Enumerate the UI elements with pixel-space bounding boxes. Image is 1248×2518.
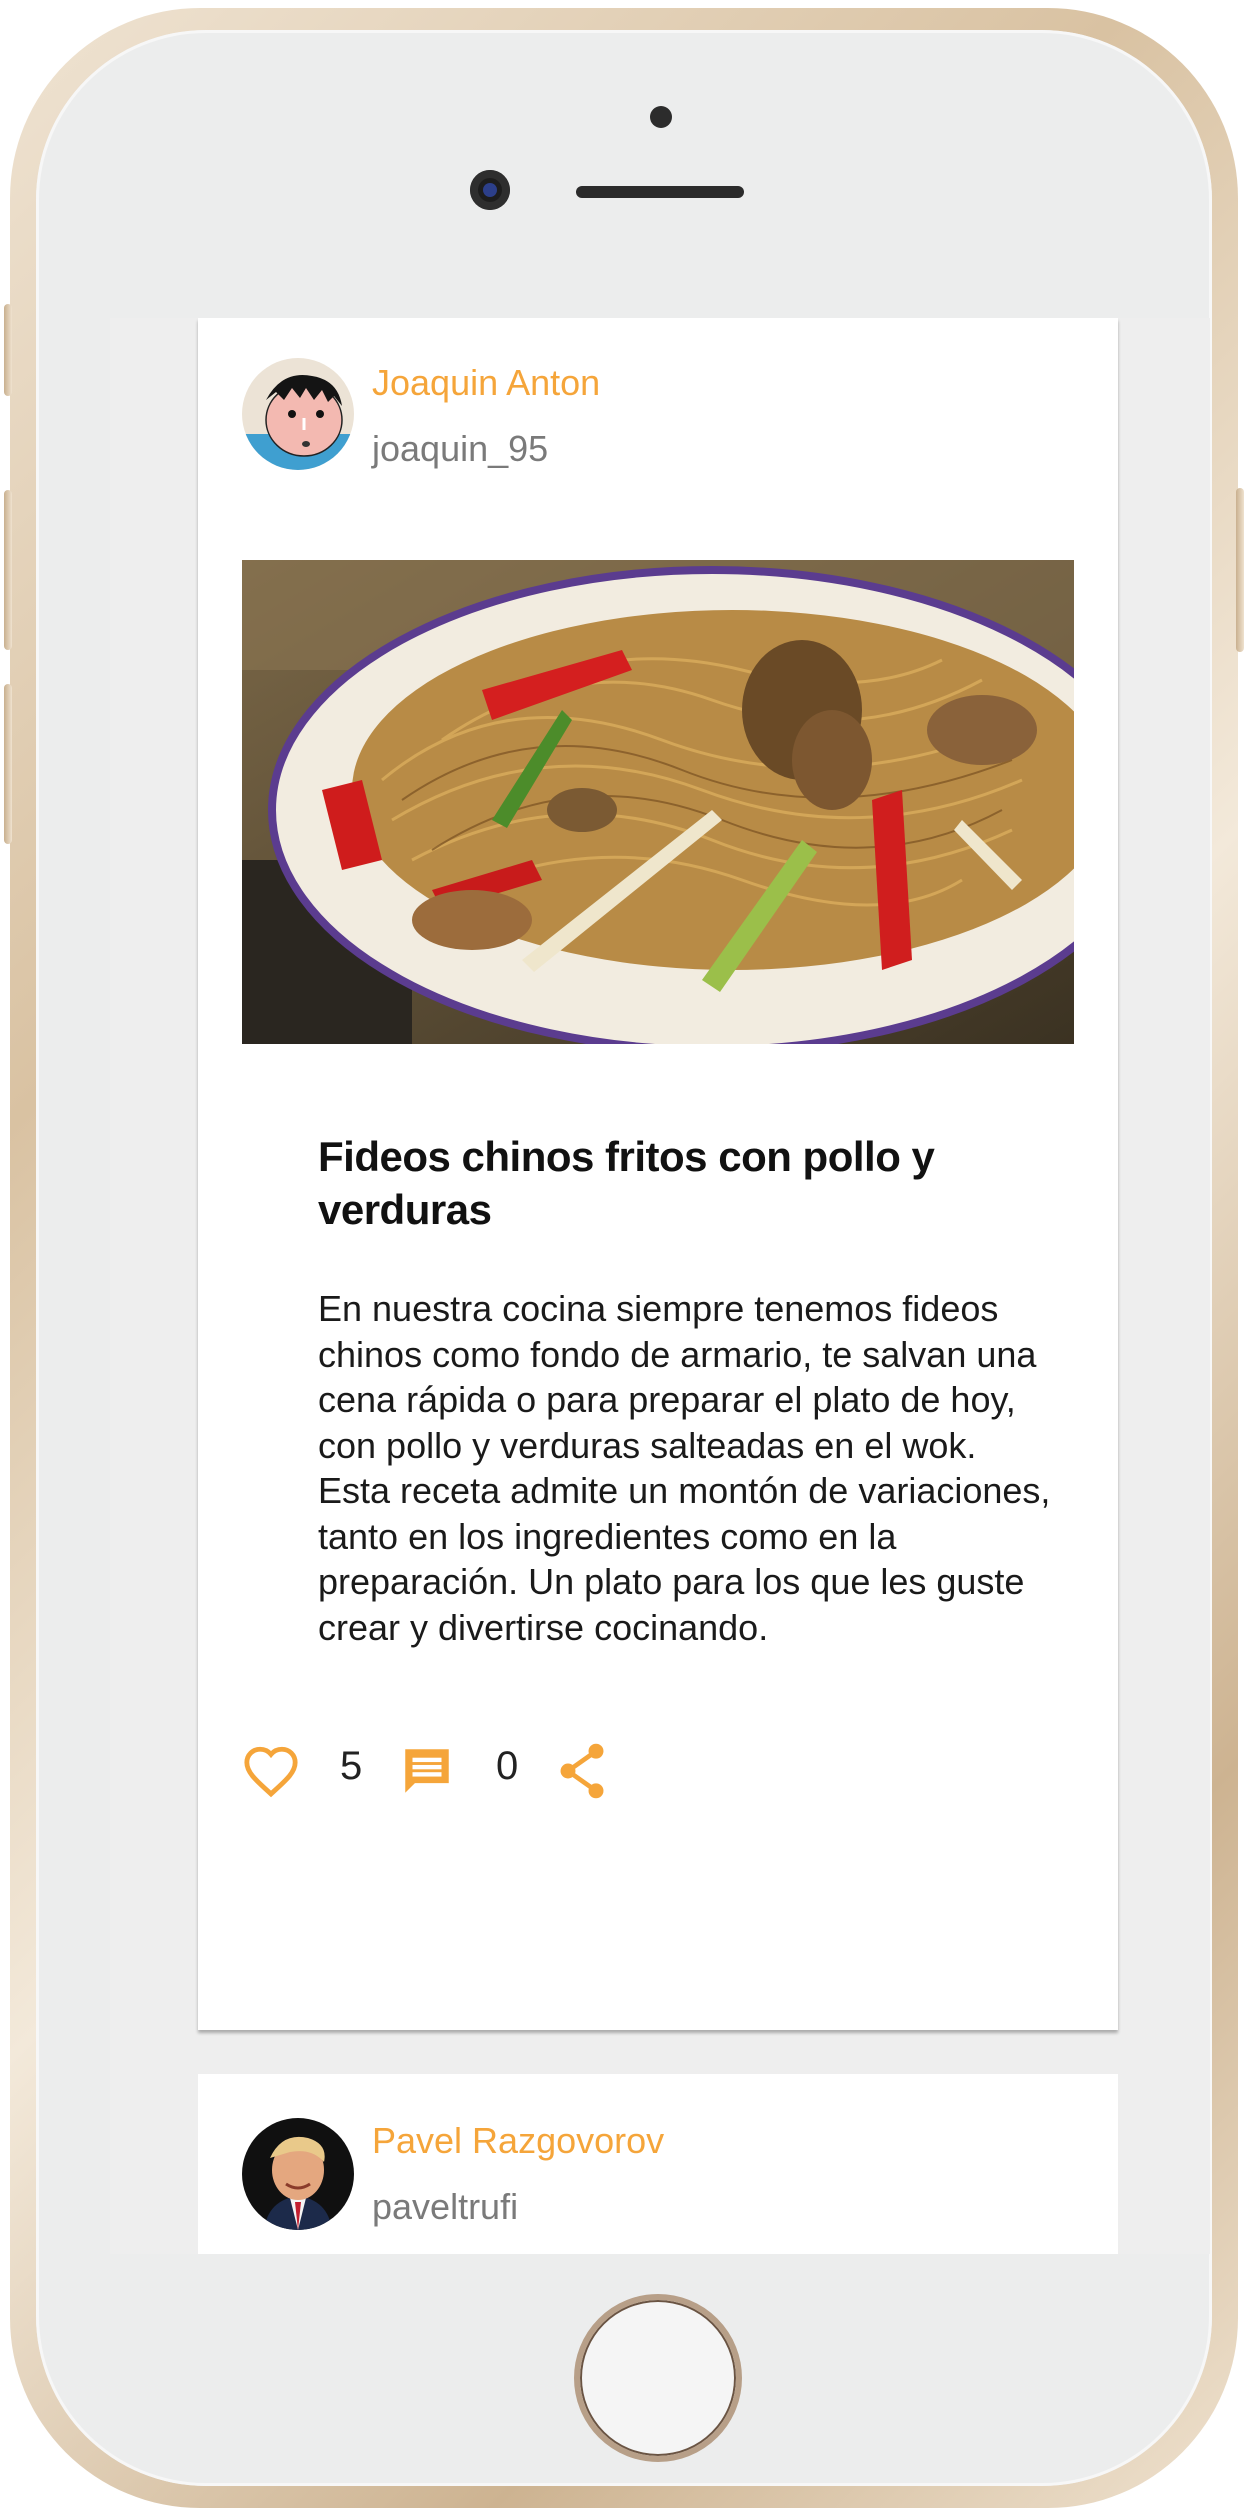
comment-icon[interactable] [398,1742,456,1805]
phone-face: Joaquin Anton joaquin_95 Fideos chinos f… [36,30,1212,2486]
comments-count: 0 [496,1744,519,1788]
mute-switch [4,304,12,396]
author-avatar[interactable] [242,2118,354,2230]
front-sensor [650,106,672,128]
recipe-photo[interactable] [242,560,1074,1044]
recipe-description: En nuestra cocina siempre tenemos fideos… [318,1288,1051,1648]
power-button [1236,488,1244,652]
share-icon[interactable] [554,1740,610,1807]
recipe-title[interactable]: Fideos chinos fritos con pollo y verdura… [318,1130,978,1236]
phone-frame: Joaquin Anton joaquin_95 Fideos chinos f… [4,8,1244,2508]
author-handle: paveltrufi [372,2186,519,2227]
heart-outline-icon[interactable] [242,1744,300,1803]
author-handle: joaquin_95 [372,428,549,469]
post-card: Joaquin Anton joaquin_95 Fideos chinos f… [198,318,1118,2030]
front-camera [470,170,510,210]
home-button[interactable] [574,2294,742,2462]
likes-count: 5 [340,1744,363,1788]
author-name[interactable]: Joaquin Anton [372,362,600,404]
earpiece-speaker [576,186,744,198]
author-avatar[interactable] [242,358,354,470]
volume-down-button [4,684,12,844]
post-card: Pavel Razgovorov paveltrufi [198,2074,1118,2254]
app-screen[interactable]: Joaquin Anton joaquin_95 Fideos chinos f… [110,318,1210,2254]
author-name[interactable]: Pavel Razgovorov [372,2120,664,2162]
volume-up-button [4,490,12,650]
